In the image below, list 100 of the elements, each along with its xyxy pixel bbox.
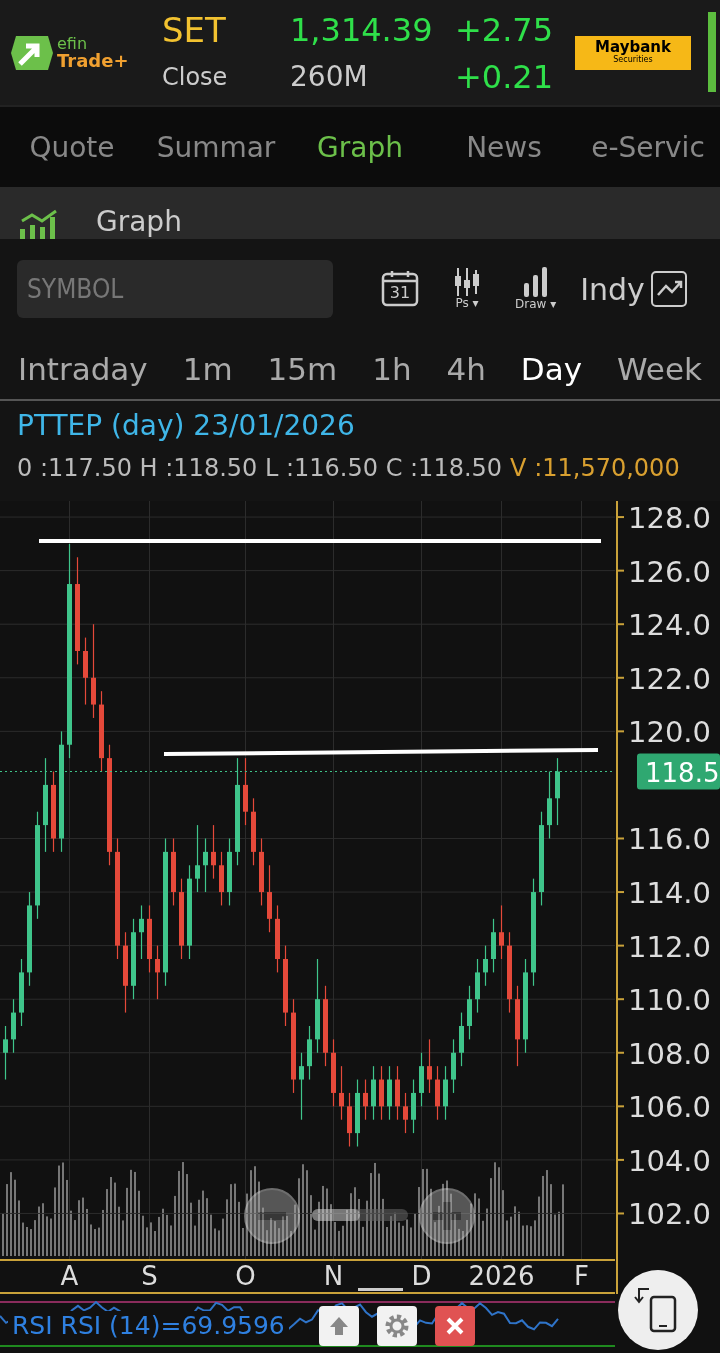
timeframe-tab[interactable]: 15m <box>267 339 338 399</box>
price-axis-label: 110.0 <box>628 983 712 1018</box>
settings-button[interactable] <box>376 1305 417 1346</box>
candle <box>443 1065 448 1121</box>
candle <box>267 864 272 933</box>
close-icon <box>444 1315 465 1336</box>
zoom-out-button[interactable] <box>244 1188 300 1244</box>
calendar-icon <box>381 268 419 307</box>
move-up-button[interactable] <box>318 1305 359 1346</box>
price-style-button[interactable]: Ps ▾ <box>453 268 481 310</box>
candle <box>299 1052 304 1121</box>
date-axis-label: N <box>323 1261 344 1291</box>
market-session: Close <box>162 62 229 91</box>
nav-tab[interactable]: Graph <box>288 107 432 187</box>
arrow-logo-icon <box>10 33 54 72</box>
trend-line[interactable] <box>164 748 598 756</box>
candle <box>171 837 176 907</box>
candle <box>427 1038 432 1094</box>
candle <box>275 904 280 973</box>
date-axis-label: 2026 <box>468 1261 535 1291</box>
candle <box>155 945 160 1000</box>
price-axis-label: 122.0 <box>628 661 712 696</box>
candle <box>491 918 496 973</box>
price-axis-label: 120.0 <box>628 715 712 750</box>
nav-tab[interactable]: Quote <box>0 107 144 187</box>
timeframe-tab[interactable]: Intraday <box>18 339 148 399</box>
draw-button[interactable]: Draw ▾ <box>515 267 557 311</box>
trend-chart-icon <box>650 271 687 307</box>
percent-change: +0.21 <box>455 57 555 96</box>
broker-logo: Maybank Securities <box>575 35 691 70</box>
candle <box>243 757 248 826</box>
price-axis-label: 104.0 <box>628 1143 712 1178</box>
candle <box>3 1025 8 1081</box>
ohlc-values: 0 :117.50 H :118.50 L :116.50 C :118.50 <box>17 454 503 482</box>
candle <box>83 637 88 706</box>
timeframe-tab[interactable]: Day <box>520 339 583 399</box>
candle <box>227 837 232 907</box>
last-price-badge: 118.5 <box>637 753 720 790</box>
candle <box>483 945 488 987</box>
volume-value: V :11,570,000 <box>510 454 680 482</box>
price-axis-label: 126.0 <box>628 554 712 589</box>
price-axis-label: 112.0 <box>628 929 712 964</box>
candle <box>363 1078 368 1121</box>
candle <box>475 958 480 1014</box>
candle <box>459 1012 464 1067</box>
candle <box>419 1052 424 1107</box>
price-axis-label: 128.0 <box>628 501 712 536</box>
candle <box>435 1065 440 1121</box>
candle <box>395 1065 400 1121</box>
nav-tab[interactable]: Summar <box>144 107 288 187</box>
nav-tab[interactable]: e-Servic <box>576 107 720 187</box>
candle <box>451 1038 456 1094</box>
close-button[interactable] <box>434 1305 475 1346</box>
candle <box>211 824 216 880</box>
timeframe-tab[interactable]: 4h <box>446 339 486 399</box>
candle <box>331 1038 336 1107</box>
date-axis-label: D <box>411 1261 432 1291</box>
index-name: SET <box>162 9 227 50</box>
zoom-slider[interactable] <box>312 1209 408 1221</box>
candle <box>203 837 208 893</box>
candle <box>355 1078 360 1148</box>
zoom-in-button[interactable] <box>419 1188 475 1244</box>
symbol-field[interactable]: SYMBOL <box>17 260 333 318</box>
candle <box>251 797 256 866</box>
indicator-button[interactable]: Indy <box>580 271 687 307</box>
scroll-indicator <box>358 1288 403 1291</box>
timeframe-tab[interactable]: 1m <box>182 339 233 399</box>
turnover-value: 260M <box>290 60 369 93</box>
candle <box>499 904 504 960</box>
section-title: Graph <box>96 205 182 239</box>
candle <box>219 851 224 907</box>
date-axis-label: A <box>60 1261 79 1291</box>
nav-tab[interactable]: News <box>432 107 576 187</box>
date-axis-label: S <box>141 1261 158 1291</box>
candle <box>555 757 560 826</box>
candle <box>403 1092 408 1134</box>
candle <box>379 1065 384 1121</box>
logo-text: efin <box>57 35 89 52</box>
price-axis-label: 102.0 <box>628 1197 712 1232</box>
candlestick-icon <box>453 268 481 296</box>
logo-text: Trade+ <box>57 51 129 70</box>
candle <box>139 904 144 960</box>
timeframe-tab[interactable]: 1h <box>372 339 412 399</box>
candle <box>547 770 552 840</box>
price-axis-label: 108.0 <box>628 1036 712 1071</box>
price-axis-label: 124.0 <box>628 608 712 643</box>
timeframe-tab[interactable]: Week <box>617 339 702 399</box>
rsi-label: RSI RSI (14)=69.9596 <box>8 1310 289 1341</box>
candle <box>11 998 16 1054</box>
candle <box>147 904 152 973</box>
calendar-button[interactable]: 31 <box>381 268 419 310</box>
index-change: +2.75 <box>455 10 555 49</box>
price-axis-label: 114.0 <box>628 876 712 911</box>
candle <box>387 1065 392 1121</box>
candle <box>347 1092 352 1148</box>
candle <box>339 1065 344 1121</box>
candle <box>411 1078 416 1134</box>
date-axis-label: O <box>235 1261 256 1291</box>
price-axis-label: 106.0 <box>628 1090 712 1125</box>
candle <box>195 824 200 893</box>
